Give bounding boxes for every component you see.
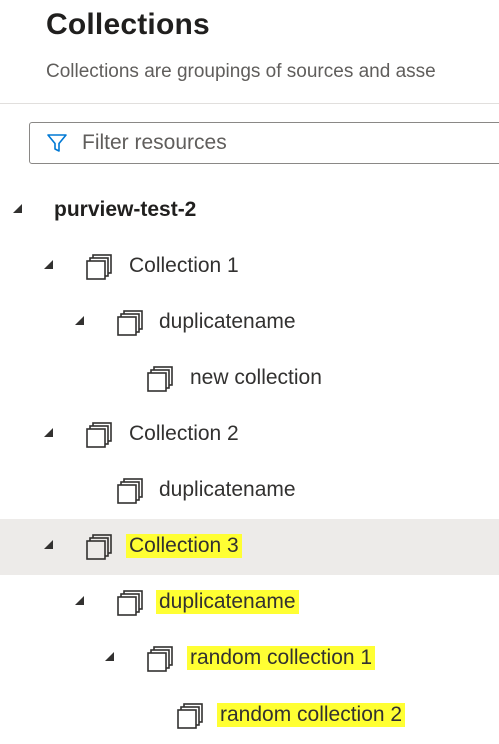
collection-icon bbox=[86, 534, 112, 560]
tree-item-label: Collection 3 bbox=[126, 534, 242, 558]
tree-row-collection-2[interactable]: Collection 2 bbox=[0, 408, 499, 464]
collection-icon bbox=[117, 310, 143, 336]
collection-icon bbox=[117, 478, 143, 504]
filter-icon bbox=[47, 134, 67, 152]
tree-item-label: Collection 1 bbox=[129, 254, 239, 277]
tree-item-label: duplicatename bbox=[159, 478, 296, 501]
page-subtitle: Collections are groupings of sources and… bbox=[46, 61, 436, 82]
tree-row-collection-1[interactable]: Collection 1 bbox=[0, 240, 499, 296]
collection-icon bbox=[147, 366, 173, 392]
tree-item-label: random collection 1 bbox=[187, 646, 376, 670]
tree-row-duplicatename[interactable]: duplicatename bbox=[0, 576, 499, 632]
filter-input[interactable] bbox=[82, 129, 499, 157]
page-title: Collections bbox=[46, 8, 210, 41]
header-divider bbox=[0, 103, 499, 104]
tree-item-label: Collection 2 bbox=[129, 422, 239, 445]
tree-item-label: random collection 2 bbox=[217, 703, 406, 727]
expand-caret-icon[interactable] bbox=[13, 204, 22, 213]
tree-root-label: purview-test-2 bbox=[54, 198, 197, 221]
collection-icon bbox=[177, 703, 203, 729]
tree-row-duplicatename[interactable]: duplicatename bbox=[0, 296, 499, 352]
collection-icon bbox=[86, 422, 112, 448]
expand-caret-icon[interactable] bbox=[44, 260, 53, 269]
tree-row-new-collection[interactable]: new collection bbox=[0, 352, 499, 408]
tree-row-random-collection-2[interactable]: random collection 2 bbox=[0, 688, 499, 744]
tree-item-label: duplicatename bbox=[159, 310, 296, 333]
tree-item-label: new collection bbox=[190, 366, 322, 389]
filter-box[interactable] bbox=[29, 122, 499, 164]
collection-icon bbox=[117, 590, 143, 616]
collection-icon bbox=[86, 254, 112, 280]
tree-row-collection-3[interactable]: Collection 3 bbox=[0, 519, 499, 575]
tree-item-label: duplicatename bbox=[156, 590, 299, 614]
tree-row-duplicatename[interactable]: duplicatename bbox=[0, 464, 499, 520]
tree-row-purview-test-2[interactable]: purview-test-2 bbox=[0, 184, 499, 240]
expand-caret-icon[interactable] bbox=[75, 316, 84, 325]
expand-caret-icon[interactable] bbox=[105, 652, 114, 661]
tree-row-random-collection-1[interactable]: random collection 1 bbox=[0, 632, 499, 688]
expand-caret-icon[interactable] bbox=[44, 540, 53, 549]
collection-icon bbox=[147, 646, 173, 672]
expand-caret-icon[interactable] bbox=[75, 596, 84, 605]
expand-caret-icon[interactable] bbox=[44, 428, 53, 437]
